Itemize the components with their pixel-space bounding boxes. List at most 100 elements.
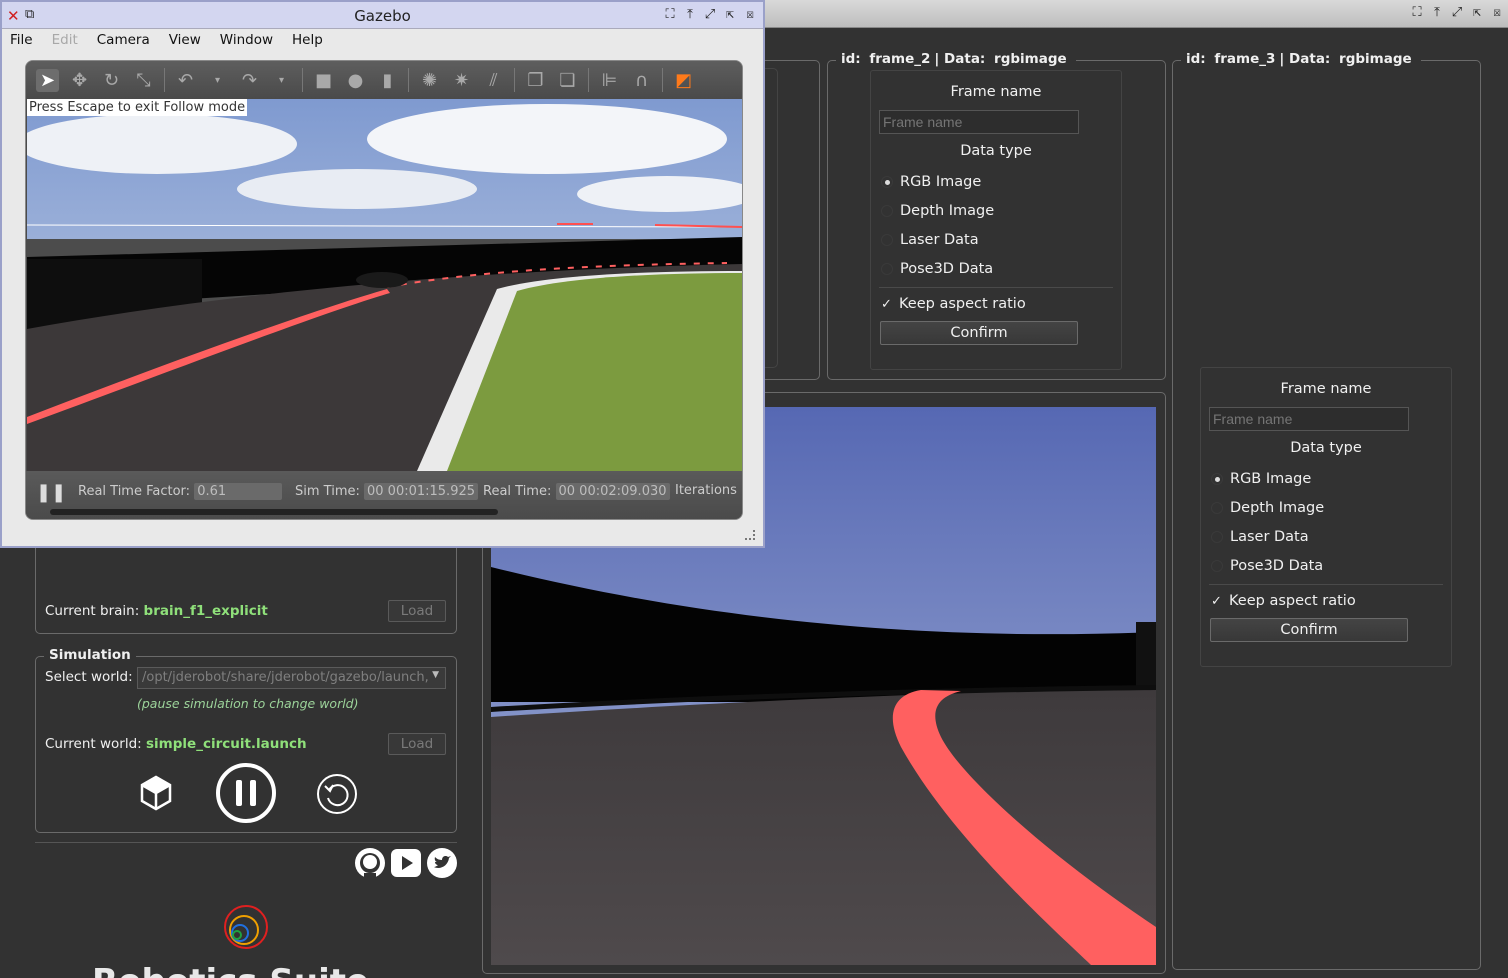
paste-icon[interactable]: ❏ [556, 69, 579, 92]
view-angle-icon[interactable]: ◩ [672, 69, 695, 92]
gazebo-title: Gazebo [354, 7, 411, 25]
pause-icon[interactable]: ❚❚ [36, 482, 66, 503]
radio-button[interactable] [1211, 501, 1223, 514]
youtube-icon[interactable] [390, 847, 422, 879]
gazebo-menubar: File Edit Camera View Window Help [2, 29, 763, 53]
menu-view[interactable]: View [169, 29, 201, 53]
radio-button[interactable] [881, 262, 893, 275]
radio-button[interactable] [1211, 472, 1223, 485]
divider [302, 68, 303, 92]
menu-camera[interactable]: Camera [97, 29, 150, 53]
robotics-logo [222, 903, 270, 951]
radio-rgb-image[interactable]: RGB Image [1211, 464, 1451, 493]
divider [164, 68, 165, 92]
window-controls: ⛶ ⤒ ⤢ ⇱ ☒ [663, 8, 757, 22]
radio-rgb-image[interactable]: RGB Image [881, 167, 1121, 196]
directional-light-icon[interactable]: ⫽ [482, 69, 505, 92]
load-brain-button[interactable]: Load [388, 600, 446, 622]
app-bottom-title: Robotics Suite [92, 962, 369, 978]
chevron-down-icon[interactable]: ▾ [270, 69, 293, 92]
gazebo-statusbar: ❚❚ Real Time Factor: 0.61 Sim Time: 00 0… [26, 471, 742, 519]
maximize-icon[interactable]: ⇱ [1470, 6, 1484, 20]
window-controls: ⛶ ⤒ ⤢ ⇱ ☒ [1410, 6, 1504, 20]
github-icon[interactable] [354, 847, 386, 879]
frame-name-input[interactable] [1209, 407, 1409, 431]
gazebo-window: ✕ ⧉ Gazebo ⛶ ⤒ ⤢ ⇱ ☒ File Edit Camera Vi… [0, 0, 765, 548]
confirm-button[interactable]: Confirm [880, 321, 1078, 345]
radio-button[interactable] [881, 175, 893, 188]
select-arrow-icon[interactable]: ➤ [36, 68, 59, 92]
divider [514, 68, 515, 92]
keep-aspect-checkbox[interactable]: ✓ Keep aspect ratio [1211, 593, 1451, 609]
radio-depth-image[interactable]: Depth Image [881, 196, 1121, 225]
twitter-icon[interactable] [426, 847, 458, 879]
iterations-readout: Iterations [675, 483, 737, 498]
spot-light-icon[interactable]: ✷ [450, 69, 473, 92]
chevron-down-icon: ▼ [432, 670, 439, 680]
maximize-icon[interactable]: ⇱ [723, 8, 737, 22]
chevron-down-icon[interactable]: ▾ [206, 69, 229, 92]
radio-pose3d-data[interactable]: Pose3D Data [881, 254, 1121, 283]
radio-button[interactable] [881, 204, 893, 217]
gazebo-3d-viewport[interactable] [26, 99, 742, 471]
radio-button[interactable] [1211, 530, 1223, 543]
translate-icon[interactable]: ✥ [68, 69, 91, 92]
frame-3-config: Frame name Data type RGB Image Depth Ima… [1200, 367, 1452, 667]
fullscreen-icon[interactable]: ⛶ [663, 8, 677, 22]
scale-icon[interactable]: ⤡ [132, 69, 155, 92]
rotate-icon[interactable]: ↻ [100, 69, 123, 92]
cylinder-shape-icon[interactable]: ▮ [376, 69, 399, 92]
restore-icon[interactable]: ⤢ [1450, 6, 1464, 20]
frame-name-input[interactable] [879, 110, 1079, 134]
pause-hint: (pause simulation to change world) [137, 696, 359, 711]
radio-laser-data[interactable]: Laser Data [1211, 522, 1451, 551]
divider [408, 68, 409, 92]
snap-magnet-icon[interactable]: ∩ [630, 69, 653, 92]
data-type-label: Data type [960, 143, 1032, 159]
keep-above-icon[interactable]: ⤒ [683, 8, 697, 22]
restore-icon[interactable]: ⤢ [703, 8, 717, 22]
app-titlebar: ⛶ ⤒ ⤢ ⇱ ☒ [762, 0, 1508, 28]
keep-above-icon[interactable]: ⤒ [1430, 6, 1444, 20]
menu-help[interactable]: Help [292, 29, 323, 53]
frame-2-config: Frame name Data type RGB Image Depth Ima… [870, 70, 1122, 370]
load-world-button[interactable]: Load [388, 733, 446, 755]
reset-icon[interactable] [315, 772, 359, 816]
divider [879, 287, 1113, 288]
follow-mode-note: Press Escape to exit Follow mode [27, 99, 248, 116]
redo-icon[interactable]: ↷ [238, 69, 261, 92]
gazebo-render-panel: ➤ ✥ ↻ ⤡ ↶ ▾ ↷ ▾ ■ ● ▮ ✺ ✷ ⫽ ❐ ❏ ⊫ ∩ ◩ Pr… [25, 60, 743, 520]
menu-window[interactable]: Window [220, 29, 273, 53]
close-icon[interactable]: ☒ [743, 8, 757, 22]
divider [662, 68, 663, 92]
fullscreen-icon[interactable]: ⛶ [1410, 6, 1424, 20]
real-time-readout: Real Time: 00 00:02:09.030 [483, 483, 670, 500]
radio-depth-image[interactable]: Depth Image [1211, 493, 1451, 522]
menu-file[interactable]: File [10, 29, 33, 53]
radio-button[interactable] [1211, 559, 1223, 572]
sphere-shape-icon[interactable]: ● [344, 69, 367, 92]
radio-pose3d-data[interactable]: Pose3D Data [1211, 551, 1451, 580]
gazebo-gui-icon[interactable] [138, 775, 174, 811]
checkmark-icon: ✓ [881, 296, 892, 312]
point-light-icon[interactable]: ✺ [418, 69, 441, 92]
undo-icon[interactable]: ↶ [174, 69, 197, 92]
confirm-button[interactable]: Confirm [1210, 618, 1408, 642]
resize-grip-icon[interactable] [745, 530, 755, 540]
frame-name-label: Frame name [950, 84, 1042, 100]
rtf-readout: Real Time Factor: 0.61 [78, 483, 283, 500]
horizontal-scrollbar[interactable] [50, 509, 498, 515]
gazebo-titlebar[interactable]: ✕ ⧉ Gazebo ⛶ ⤒ ⤢ ⇱ ☒ [2, 2, 763, 29]
keep-aspect-checkbox[interactable]: ✓ Keep aspect ratio [881, 296, 1121, 312]
close-icon[interactable]: ☒ [1490, 6, 1504, 20]
pause-icon[interactable] [215, 762, 277, 824]
align-icon[interactable]: ⊫ [598, 69, 621, 92]
divider [1209, 584, 1443, 585]
box-shape-icon[interactable]: ■ [312, 69, 335, 92]
simulation-title: Simulation [44, 647, 136, 663]
radio-button[interactable] [881, 233, 893, 246]
copy-icon[interactable]: ❐ [524, 69, 547, 92]
divider [588, 68, 589, 92]
radio-laser-data[interactable]: Laser Data [881, 225, 1121, 254]
select-world-dropdown[interactable]: /opt/jderobot/share/jderobot/gazebo/laun… [137, 667, 446, 689]
